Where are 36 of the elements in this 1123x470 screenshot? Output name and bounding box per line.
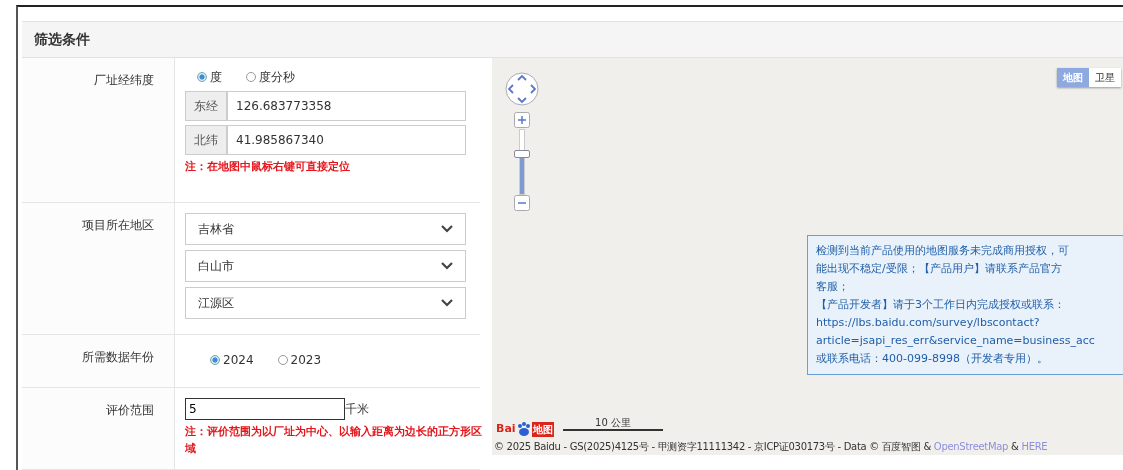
zoom-out-button[interactable]: [514, 195, 530, 211]
range-input[interactable]: 5: [185, 398, 345, 420]
copyright-text: © 2025 Baidu - GS(2025)4125号 - 甲测资字11111342 - 京ICP证030173号 - Data © 百度智图 & OpenStreetMap & HERE: [494, 440, 1048, 454]
map-type-tab[interactable]: 卫星: [1089, 68, 1121, 87]
pan-control-icon[interactable]: [504, 71, 540, 107]
logo-text: Bai: [496, 421, 516, 437]
field-label: 厂址经纬度: [94, 73, 154, 87]
input-addon: 东经: [185, 91, 227, 121]
chevron-down-icon: [441, 262, 453, 270]
dropdown-select[interactable]: 江源区: [185, 287, 466, 319]
hint-text: 注：评价范围为以厂址为中心、以输入距离为边长的正方形区域: [185, 424, 483, 457]
coordinate-input[interactable]: 41.985867340: [227, 125, 466, 155]
dropdown-select[interactable]: 白山市: [185, 250, 466, 282]
radio-option[interactable]: 度: [197, 68, 222, 86]
radio-button[interactable]: [197, 72, 207, 82]
radio-option[interactable]: 2023: [277, 351, 322, 369]
chevron-down-icon: [441, 225, 453, 233]
scale-bar: 10 公里: [563, 416, 663, 431]
zoom-slider-thumb[interactable]: [514, 150, 530, 159]
dropdown-select[interactable]: 吉林省: [185, 213, 466, 245]
zoom-in-button[interactable]: [514, 112, 530, 128]
hint-text: 注：在地图中鼠标右键可直接定位: [185, 159, 351, 175]
unit-label: 千米: [345, 401, 369, 418]
radio-option[interactable]: 2024: [210, 351, 254, 369]
field-label: 评价范围: [106, 403, 154, 417]
radio-button[interactable]: [210, 355, 220, 365]
license-notice: 检测到当前产品使用的地图服务未完成商用授权，可 能出现不稳定/受限；【产品用户】请联系产品官方 客服； 【产品开发者】请于3个工作日内完成授权或联系： https://lbs.baidu.com/survey/lbscontact? article=jsapi_res_err&service_name=business_acc 或联系电话：400-099-8998（开发者专用）。: [807, 235, 1123, 375]
coordinate-input[interactable]: 126.683773358: [227, 91, 466, 121]
chevron-down-icon: [441, 299, 453, 307]
paw-icon: [515, 421, 532, 438]
radio-option[interactable]: 度分秒: [246, 68, 295, 86]
field-label: 所需数据年份: [82, 350, 154, 364]
logo-text: 地图: [531, 421, 554, 437]
field-label: 项目所在地区: [82, 218, 154, 232]
panel-title: 筛选条件: [34, 31, 90, 47]
input-addon: 北纬: [185, 125, 227, 155]
